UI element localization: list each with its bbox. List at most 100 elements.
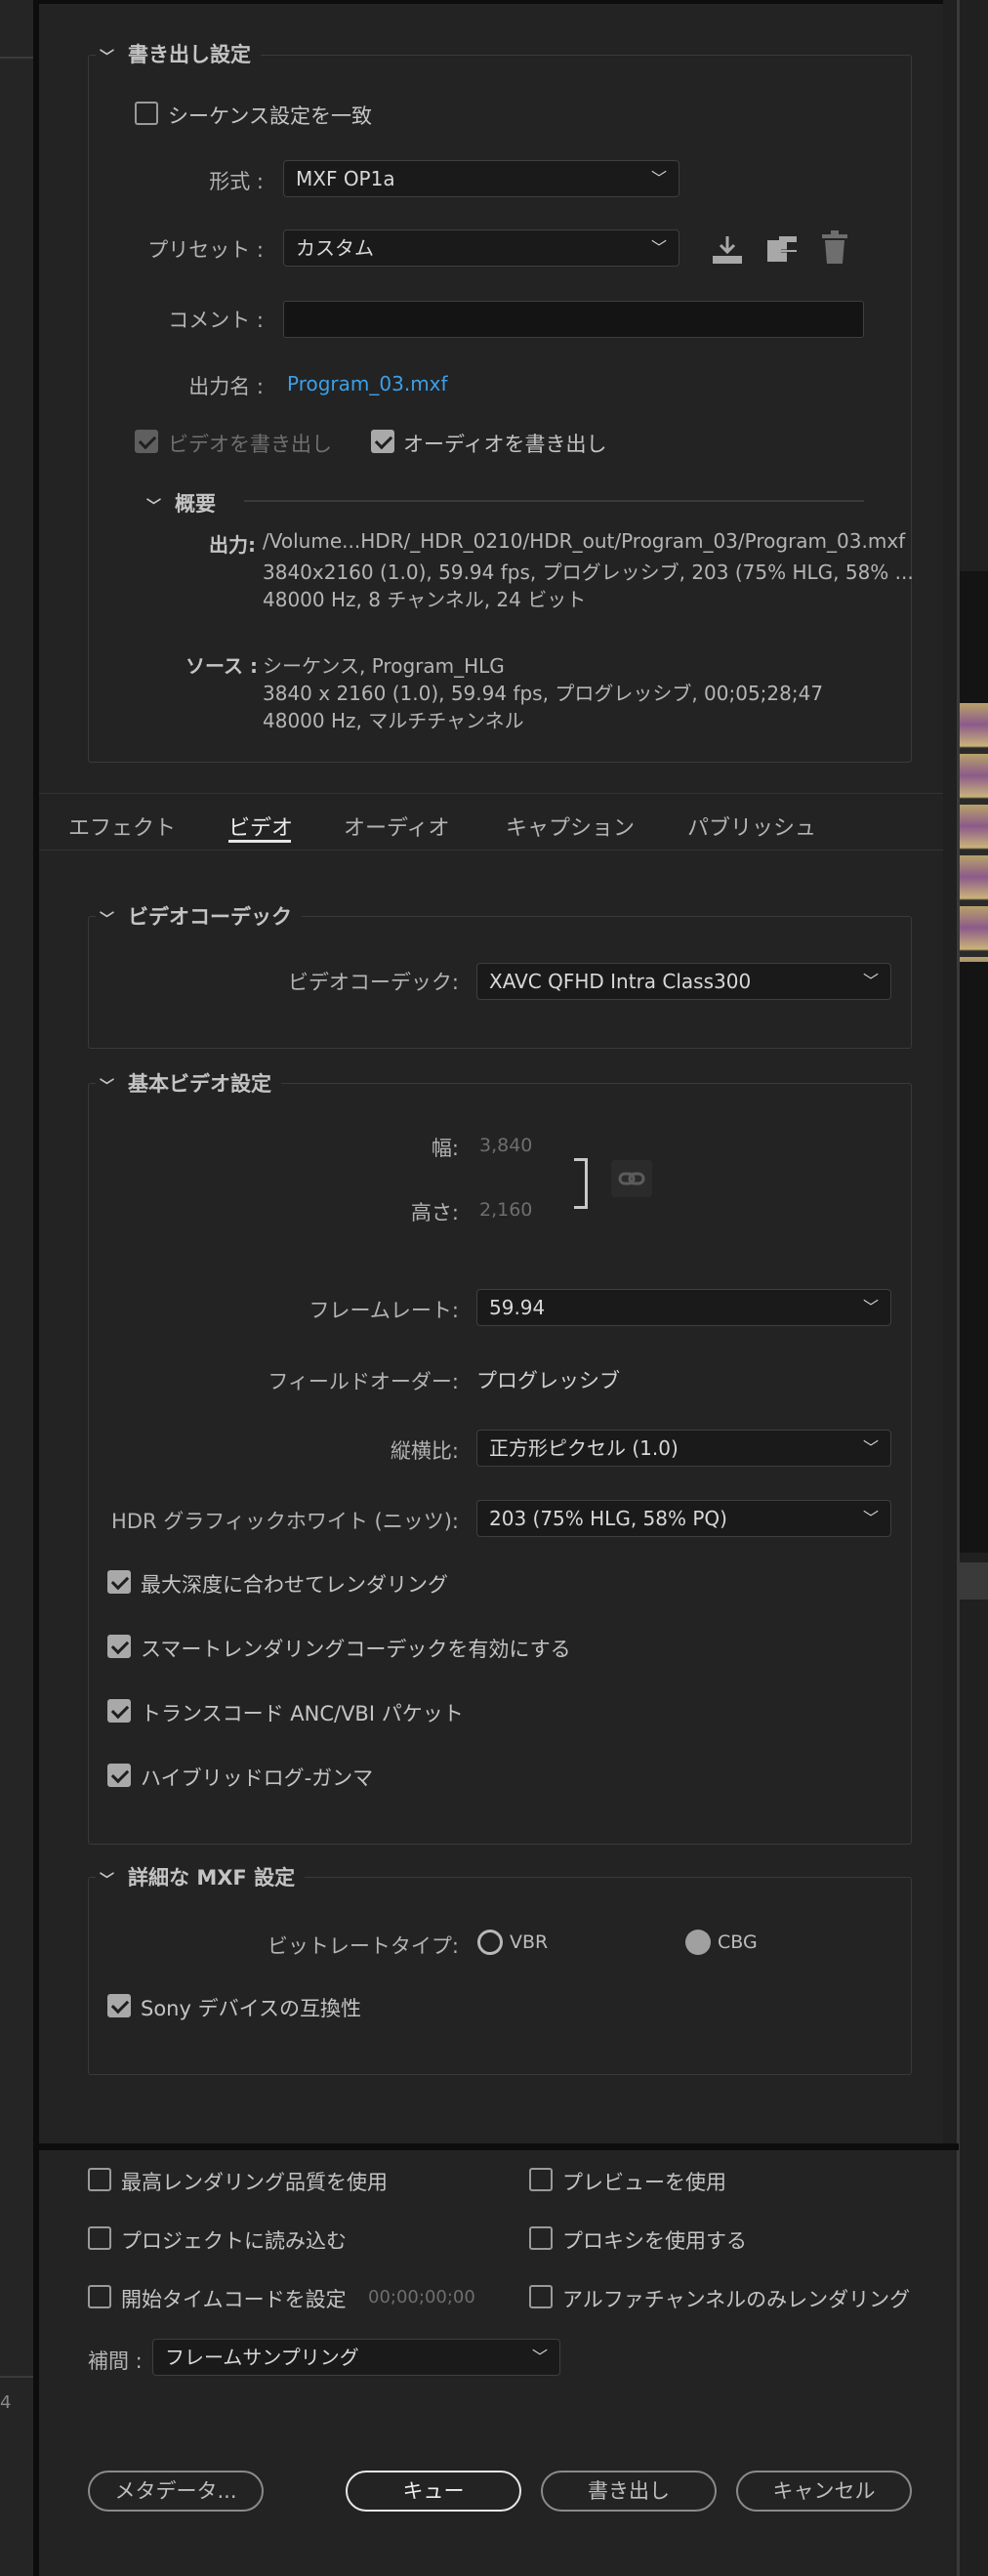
tab-captions[interactable]: キャプション <box>506 810 635 842</box>
width-label: 幅: <box>431 1137 459 1160</box>
render-max-depth-checbox[interactable] <box>107 1570 131 1594</box>
tab-video[interactable]: ビデオ <box>228 810 293 842</box>
summary-output-line-1: /Volume...HDR/_HDR_0210/HDR_out/Program_… <box>263 529 906 553</box>
match-sequence-label: シーケンス設定を一致 <box>168 104 372 128</box>
max-render-quality-checkbox[interactable] <box>88 2168 111 2191</box>
summary-source-line-3: 48000 Hz, マルチチャンネル <box>263 709 524 732</box>
background-right-timeline <box>959 1562 988 1600</box>
settings-scrollbar-track[interactable] <box>943 0 957 2148</box>
frame-rate-value: 59.94 <box>489 1296 546 1319</box>
interpolation-dropdown[interactable]: フレームサンプリング ﹀ <box>152 2339 560 2376</box>
metadata-button[interactable]: メタデータ... <box>88 2471 264 2512</box>
tab-video-underline <box>228 840 291 843</box>
mxf-settings-panel <box>88 1877 912 2075</box>
tab-bar-top-divider <box>39 793 943 794</box>
video-codec-header[interactable]: ﹀ ビデオコーデック <box>96 901 303 931</box>
video-codec-label: ビデオコーデック: <box>287 971 459 994</box>
summary-output-line-3: 48000 Hz, 8 チャンネル, 24 ビット <box>263 588 587 611</box>
render-alpha-only-checkbox[interactable] <box>529 2285 553 2308</box>
delete-preset-icon[interactable] <box>820 230 849 266</box>
use-previews-label: プレビューを使用 <box>562 2171 726 2194</box>
chevron-down-icon: ﹀ <box>650 169 667 187</box>
field-order-value: プログレッシブ <box>476 1369 620 1392</box>
cancel-button[interactable]: キャンセル <box>736 2471 912 2512</box>
use-proxies-label: プロキシを使用する <box>562 2229 747 2253</box>
collapse-chevron-icon: ﹀ <box>100 1871 115 1889</box>
video-codec-dropdown[interactable]: XAVC QFHD Intra Class300 ﹀ <box>476 963 891 1000</box>
frame-rate-label: フレームレート: <box>309 1299 459 1322</box>
hdr-white-dropdown[interactable]: 203 (75% HLG, 58% PQ) ﹀ <box>476 1500 891 1537</box>
dialog-left-border <box>33 0 39 2576</box>
cbg-label: CBG <box>718 1932 758 1953</box>
summary-title: 概要 <box>175 492 217 516</box>
format-value: MXF OP1a <box>296 167 395 190</box>
format-label: 形式 : <box>209 170 264 193</box>
cbg-radio[interactable] <box>685 1930 711 1955</box>
smart-render-checkbox[interactable] <box>107 1635 131 1658</box>
output-name-link[interactable]: Program_03.mxf <box>287 372 448 395</box>
format-dropdown[interactable]: MXF OP1a ﹀ <box>283 160 679 197</box>
import-into-project-checkbox[interactable] <box>88 2226 111 2250</box>
summary-output-label: 出力: <box>209 533 256 557</box>
sony-compat-checkbox[interactable] <box>107 1994 131 2017</box>
tab-bar-bottom-divider <box>39 850 943 851</box>
dimension-link-bracket <box>574 1158 588 1209</box>
height-label: 高さ: <box>410 1201 459 1225</box>
queue-button[interactable]: キュー <box>346 2471 521 2512</box>
preset-value: カスタム <box>296 236 374 260</box>
constrain-proportions-link-icon[interactable] <box>611 1160 652 1197</box>
render-alpha-only-label: アルファチャンネルのみレンダリング <box>562 2288 911 2311</box>
save-preset-icon[interactable] <box>711 234 744 266</box>
bottom-divider <box>39 2143 959 2150</box>
summary-header[interactable]: ﹀ 概要 <box>143 488 226 518</box>
aspect-dropdown[interactable]: 正方形ピクセル (1.0) ﹀ <box>476 1430 891 1467</box>
export-settings-header[interactable]: ﹀ 書き出し設定 <box>96 39 262 68</box>
background-left-panel <box>0 0 33 2576</box>
summary-source-label: ソース : <box>185 654 258 678</box>
summary-output-line-2: 3840x2160 (1.0), 59.94 fps, プログレッシブ, 203… <box>263 561 914 584</box>
export-video-checkbox[interactable] <box>135 430 158 453</box>
summary-divider <box>244 500 864 502</box>
chevron-down-icon: ﹀ <box>862 1298 879 1316</box>
video-codec-value: XAVC QFHD Intra Class300 <box>489 970 752 993</box>
start-timecode-value: 00;00;00;00 <box>368 2287 475 2307</box>
sony-compat-label: Sony デバイスの互換性 <box>141 1997 361 2020</box>
tab-audio[interactable]: オーディオ <box>344 810 449 842</box>
hdr-white-label: HDR グラフィックホワイト (ニッツ): <box>111 1510 459 1533</box>
vbr-label: VBR <box>510 1932 549 1953</box>
chevron-down-icon: ﹀ <box>862 1438 879 1457</box>
output-name-label: 出力名 : <box>188 375 264 398</box>
comment-input[interactable] <box>283 301 864 338</box>
export-audio-checkbox[interactable] <box>371 430 394 453</box>
transcode-anc-checkbox[interactable] <box>107 1699 131 1723</box>
match-sequence-checkbox[interactable] <box>135 102 158 125</box>
export-video-label: ビデオを書き出し <box>168 433 332 456</box>
import-into-project-label: プロジェクトに読み込む <box>121 2229 347 2253</box>
use-previews-checkbox[interactable] <box>529 2168 553 2191</box>
height-value: 2,160 <box>479 1199 533 1221</box>
use-proxies-checkbox[interactable] <box>529 2226 553 2250</box>
aspect-label: 縦横比: <box>390 1439 459 1463</box>
set-start-timecode-checkbox[interactable] <box>88 2285 111 2308</box>
summary-source-line-1: シーケンス, Program_HLG <box>263 654 505 678</box>
mxf-settings-title: 詳細な MXF 設定 <box>128 1866 296 1890</box>
background-edge-text: 4 <box>0 2392 12 2413</box>
export-button[interactable]: 書き出し <box>541 2471 717 2512</box>
background-left-divider-lower <box>0 2376 33 2378</box>
mxf-settings-header[interactable]: ﹀ 詳細な MXF 設定 <box>96 1862 306 1891</box>
tab-publish[interactable]: パブリッシュ <box>687 810 816 842</box>
vbr-radio[interactable] <box>477 1930 503 1955</box>
summary-source-line-2: 3840 x 2160 (1.0), 59.94 fps, プログレッシブ, 0… <box>263 682 824 705</box>
preset-dropdown[interactable]: カスタム ﹀ <box>283 229 679 267</box>
set-start-timecode-label: 開始タイムコードを設定 <box>121 2288 347 2311</box>
aspect-value: 正方形ピクセル (1.0) <box>489 1436 679 1460</box>
transcode-anc-label: トランスコード ANC/VBI パケット <box>141 1702 464 1725</box>
frame-rate-dropdown[interactable]: 59.94 ﹀ <box>476 1289 891 1326</box>
basic-video-header[interactable]: ﹀ 基本ビデオ設定 <box>96 1068 282 1098</box>
tab-effects[interactable]: エフェクト <box>68 810 176 842</box>
hybrid-log-gamma-checkbox[interactable] <box>107 1764 131 1787</box>
field-order-label: フィールドオーダー: <box>268 1370 459 1393</box>
export-settings-title: 書き出し設定 <box>128 43 252 66</box>
import-preset-icon[interactable] <box>765 234 799 266</box>
dialog-right-border <box>957 0 960 2576</box>
